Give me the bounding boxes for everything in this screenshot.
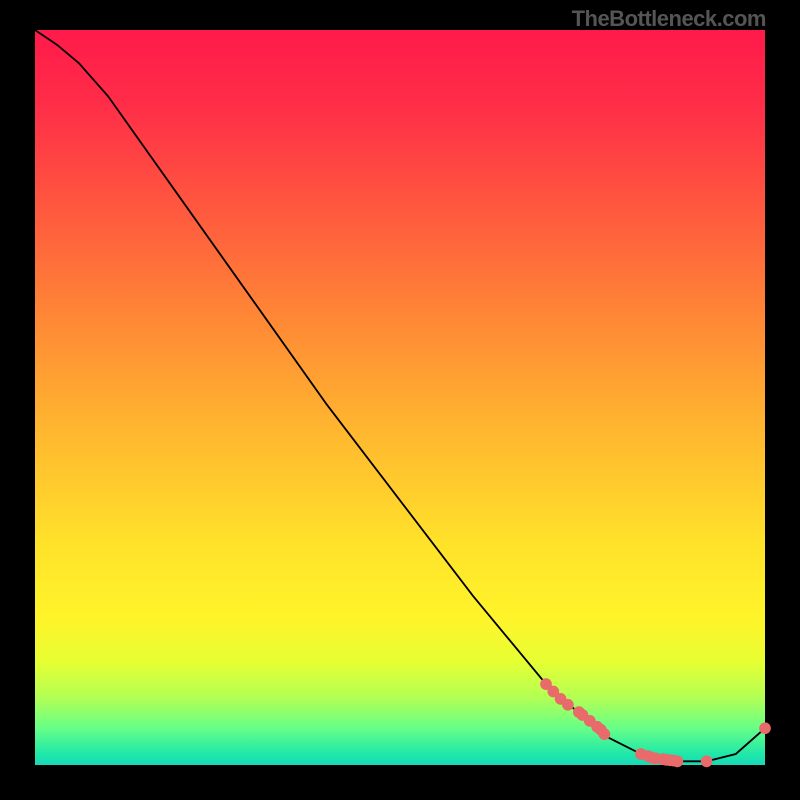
chart-svg bbox=[35, 30, 765, 765]
watermark-text: TheBottleneck.com bbox=[572, 6, 766, 32]
marker-dot bbox=[599, 728, 611, 740]
marker-dot bbox=[672, 755, 684, 767]
bottleneck-curve-line bbox=[35, 30, 765, 761]
marker-dot bbox=[759, 722, 771, 734]
marker-dot bbox=[562, 699, 574, 711]
plot-area bbox=[35, 30, 765, 765]
marker-dot bbox=[701, 755, 713, 767]
bottleneck-chart: TheBottleneck.com bbox=[0, 0, 800, 800]
